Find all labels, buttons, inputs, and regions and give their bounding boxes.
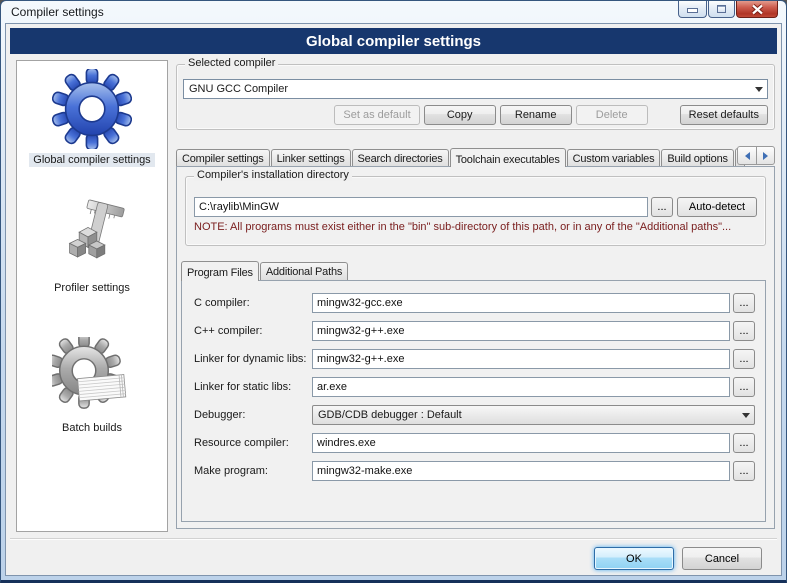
selected-compiler-combobox[interactable]: GNU GCC Compiler — [183, 79, 768, 99]
compiler-actions: Set as defaultCopyRenameDelete Reset defa… — [177, 105, 768, 125]
blue-gear-icon — [52, 69, 132, 149]
window-title: Compiler settings — [11, 5, 104, 19]
field-input-c-compiler[interactable] — [312, 321, 730, 341]
ok-button[interactable]: OK — [594, 547, 674, 570]
debugger-combobox[interactable]: GDB/CDB debugger : Default — [312, 405, 755, 425]
sidebar-item-label: Batch builds — [58, 421, 126, 435]
minimize-icon — [688, 9, 697, 12]
chevron-down-icon — [750, 87, 767, 92]
program-files-tabstrip: Program FilesAdditional Paths — [181, 258, 774, 280]
field-input-resource-compiler[interactable] — [312, 433, 730, 453]
field-label: Debugger: — [194, 409, 312, 421]
toolchain-executables-page: Compiler's installation directory ... Au… — [176, 166, 775, 529]
sidebar-item-batch-builds[interactable]: Batch builds — [17, 337, 167, 435]
field-row-make-program: Make program:... — [194, 461, 755, 481]
field-label: Make program: — [194, 465, 312, 477]
field-row-linker-for-dynamic-libs: Linker for dynamic libs:... — [194, 349, 755, 369]
browse-button[interactable]: ... — [733, 293, 755, 313]
page-title: Global compiler settings — [10, 28, 777, 54]
tab-build-options[interactable]: Build options — [661, 149, 733, 167]
installation-directory-group: Compiler's installation directory ... Au… — [185, 176, 766, 246]
field-row-c-compiler: C++ compiler:... — [194, 321, 755, 341]
footer-separator — [10, 538, 777, 540]
close-icon — [751, 4, 764, 15]
field-input-c-compiler[interactable] — [312, 293, 730, 313]
browse-button[interactable]: ... — [733, 433, 755, 453]
delete-button[interactable]: Delete — [576, 105, 648, 125]
selected-compiler-value: GNU GCC Compiler — [189, 83, 750, 95]
rename-button[interactable]: Rename — [500, 105, 572, 125]
maximize-button[interactable] — [708, 1, 735, 18]
field-input-make-program[interactable] — [312, 461, 730, 481]
tab-search-directories[interactable]: Search directories — [352, 149, 449, 167]
selected-compiler-group: Selected compiler GNU GCC Compiler Set a… — [176, 64, 775, 130]
browse-button[interactable]: ... — [733, 321, 755, 341]
tab-scroll-controls — [737, 146, 775, 165]
settings-category-sidebar: Global compiler settings Profiler settin… — [16, 60, 168, 532]
combobox-value: GDB/CDB debugger : Default — [318, 409, 737, 421]
sidebar-item-label: Profiler settings — [50, 281, 134, 295]
browse-button[interactable]: ... — [733, 349, 755, 369]
subtab-program-files[interactable]: Program Files — [181, 261, 259, 281]
installation-directory-row: ... Auto-detect — [194, 197, 757, 217]
tab-scroll-right-button[interactable] — [756, 146, 775, 165]
field-row-debugger: Debugger: GDB/CDB debugger : Default — [194, 405, 755, 425]
installation-directory-group-label: Compiler's installation directory — [194, 169, 352, 181]
installation-directory-browse-button[interactable]: ... — [651, 197, 673, 217]
field-input-linker-for-dynamic-libs[interactable] — [312, 349, 730, 369]
auto-detect-button[interactable]: Auto-detect — [677, 197, 757, 217]
selected-compiler-group-label: Selected compiler — [185, 57, 278, 69]
arrow-left-icon — [745, 152, 750, 160]
tab-toolchain-executables[interactable]: Toolchain executables — [450, 148, 566, 167]
close-button[interactable] — [736, 1, 778, 18]
tab-compiler-settings[interactable]: Compiler settings — [176, 149, 270, 167]
browse-button[interactable]: ... — [733, 377, 755, 397]
tabs: Compiler settingsLinker settingsSearch d… — [176, 148, 735, 167]
field-row-linker-for-static-libs: Linker for static libs:... — [194, 377, 755, 397]
copy-button[interactable]: Copy — [424, 105, 496, 125]
tab-linker-settings[interactable]: Linker settings — [271, 149, 351, 167]
browse-button[interactable]: ... — [733, 461, 755, 481]
tab-custom-variables[interactable]: Custom variables — [567, 149, 661, 167]
tab-scroll-left-button[interactable] — [737, 146, 756, 165]
field-label: Linker for static libs: — [194, 381, 312, 393]
minimize-button[interactable] — [678, 1, 707, 18]
gray-gear-papers-icon — [52, 337, 132, 417]
field-label: C compiler: — [194, 297, 312, 309]
installation-directory-input[interactable] — [194, 197, 648, 217]
sidebar-item-global-compiler-settings[interactable]: Global compiler settings — [17, 69, 167, 167]
reset-defaults-button[interactable]: Reset defaults — [680, 105, 768, 125]
dialog-client-area: Global compiler settings Global compiler… — [5, 23, 782, 576]
title-bar[interactable]: Compiler settings — [1, 1, 786, 23]
dialog-window: Compiler settings Global compiler settin… — [0, 0, 787, 583]
field-label: Resource compiler: — [194, 437, 312, 449]
chevron-down-icon — [737, 413, 754, 418]
field-row-resource-compiler: Resource compiler:... — [194, 433, 755, 453]
field-row-c-compiler: C compiler:... — [194, 293, 755, 313]
field-label: C++ compiler: — [194, 325, 312, 337]
sidebar-item-profiler-settings[interactable]: Profiler settings — [17, 197, 167, 295]
field-input-linker-for-static-libs[interactable] — [312, 377, 730, 397]
caliper-icon — [52, 197, 132, 277]
settings-tabstrip: Compiler settingsLinker settingsSearch d… — [176, 143, 775, 167]
cancel-button[interactable]: Cancel — [682, 547, 762, 570]
subtab-additional-paths[interactable]: Additional Paths — [260, 262, 348, 280]
maximize-icon — [717, 5, 726, 13]
installation-note: NOTE: All programs must exist either in … — [194, 221, 757, 233]
arrow-right-icon — [763, 152, 768, 160]
sidebar-item-label: Global compiler settings — [29, 153, 154, 167]
field-label: Linker for dynamic libs: — [194, 353, 312, 365]
program-files-page: C compiler:...C++ compiler:...Linker for… — [181, 280, 766, 522]
set-as-default-button[interactable]: Set as default — [334, 105, 419, 125]
window-controls — [678, 1, 778, 18]
